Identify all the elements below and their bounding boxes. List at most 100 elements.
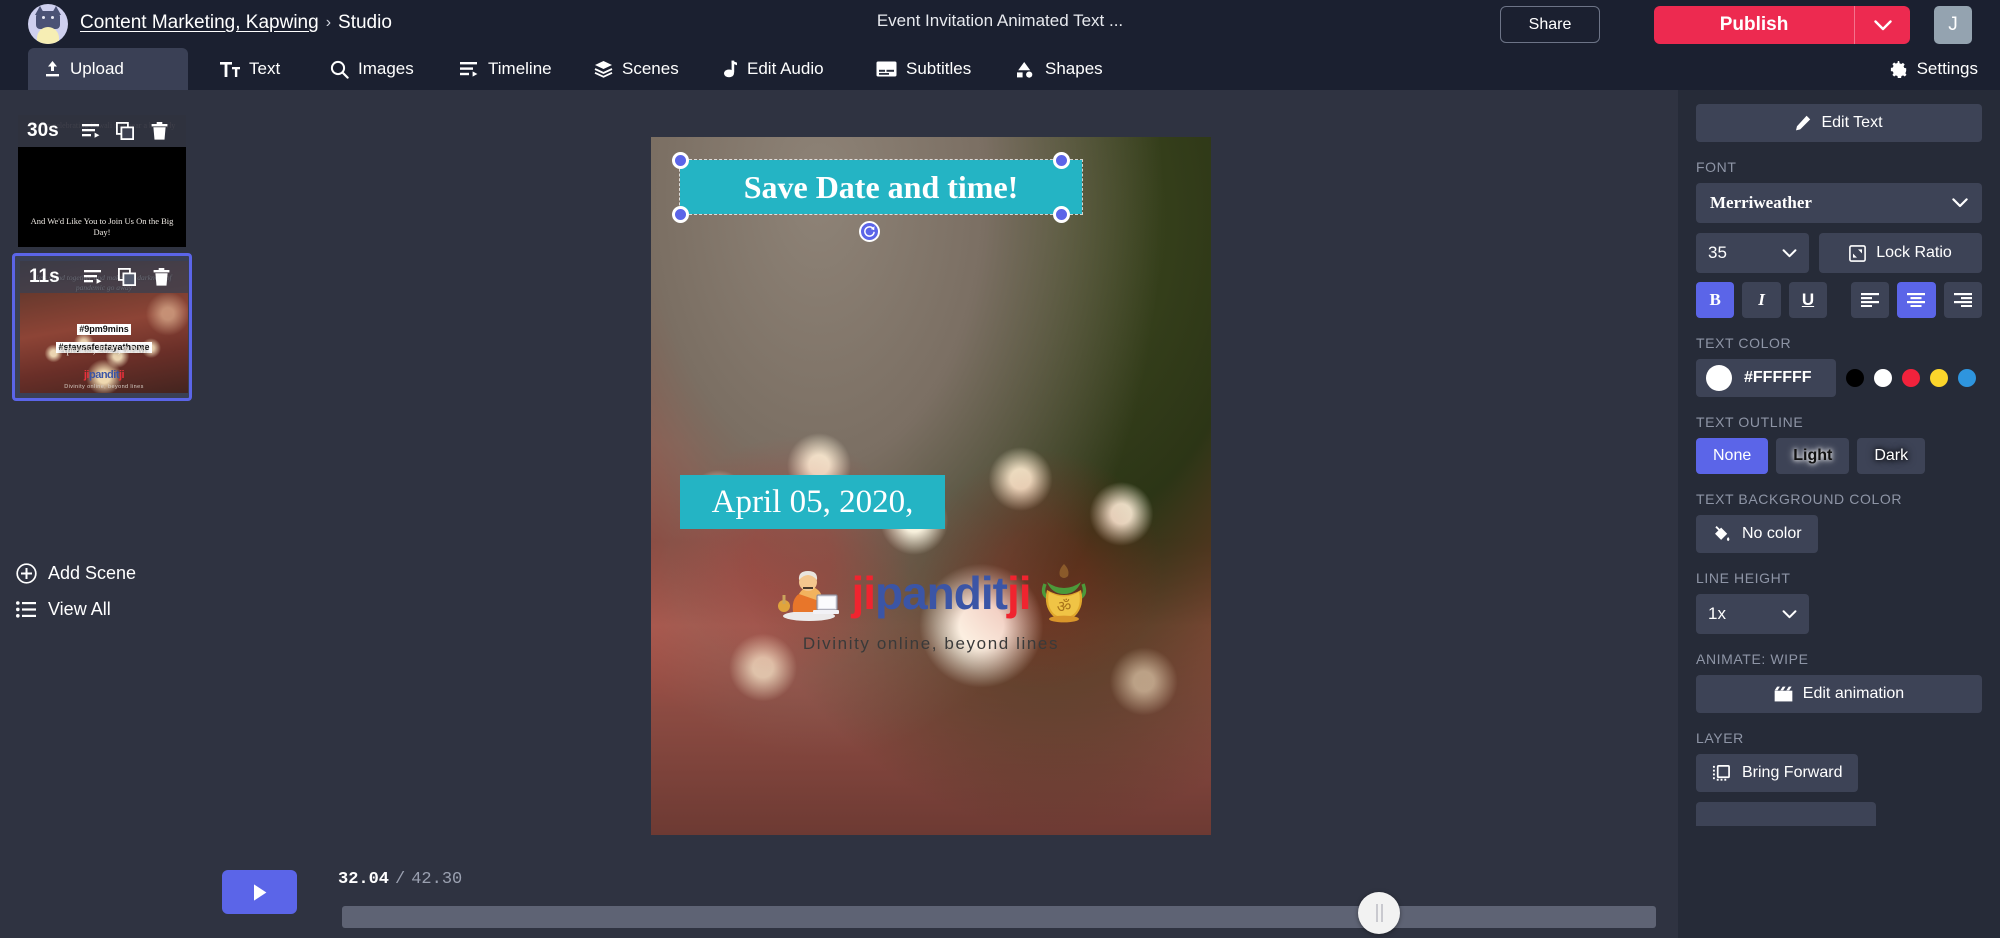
color-preset-red[interactable] [1902,369,1920,387]
font-family-select[interactable]: Merriweather [1696,183,1982,223]
text-color-section-label: TEXT COLOR [1696,335,1792,351]
scene-2-hashtag-1: #9pm9mins [77,324,131,336]
tab-scenes[interactable]: Scenes [578,48,695,90]
tab-text[interactable]: Text [204,48,296,90]
bold-button[interactable]: B [1696,282,1735,318]
resize-handle-bottom-left[interactable] [672,206,689,223]
publish-dropdown-button[interactable] [1854,6,1910,44]
publish-button[interactable]: Publish [1654,6,1854,44]
color-preset-white[interactable] [1874,369,1892,387]
outline-none-button[interactable]: None [1696,438,1769,474]
align-left-button[interactable] [1850,282,1890,318]
tab-timeline-label: Timeline [488,59,552,78]
play-icon [253,883,266,901]
chevron-down-icon [1873,19,1892,30]
align-right-button[interactable] [1943,282,1983,318]
lock-ratio-button[interactable]: Lock Ratio [1819,233,1982,273]
scene-card-2[interactable]: lets stand together and make this darkne… [12,253,192,401]
user-avatar-badge[interactable]: J [1934,6,1972,44]
rotate-handle[interactable] [859,221,880,242]
workspace-avatar[interactable] [28,4,68,44]
canvas-text-date: April 05, 2020, [711,484,914,520]
scene-2-delete-button[interactable] [144,261,178,293]
share-button[interactable]: Share [1500,6,1600,43]
bring-forward-icon [1712,765,1730,781]
settings-button[interactable]: Settings [1889,52,1978,86]
canvas-text-object-date[interactable]: April 05, 2020, [680,475,945,529]
canvas-logo-part-c: ji [1006,567,1032,619]
breadcrumb-workspace-link[interactable]: Content Marketing, Kapwing [80,12,319,34]
send-backward-button-partial[interactable] [1696,802,1876,826]
scene-rail: We are celebrating Diwali this year a bi… [0,90,210,938]
canvas-text-object-selected[interactable]: Save Date and time! [679,159,1083,215]
tab-subtitles[interactable]: Subtitles [860,48,987,90]
layers-icon [594,61,613,78]
breadcrumb: Content Marketing, Kapwing › Studio [80,9,392,37]
add-scene-button[interactable]: Add Scene [16,563,136,584]
edit-text-button[interactable]: Edit Text [1696,104,1982,142]
scrubber-track[interactable] [342,906,1656,928]
play-button[interactable] [222,870,297,914]
pencil-icon [1796,115,1811,131]
canvas-logo-part-b: pandit [875,567,1008,619]
text-outline-section-label: TEXT OUTLINE [1696,414,1804,430]
tab-upload[interactable]: Upload [28,48,188,90]
scene-2-toolbar: 11s [20,261,188,293]
scene-2-trim-button[interactable] [76,261,110,293]
breadcrumb-separator: › [325,14,332,31]
italic-button[interactable]: I [1742,282,1781,318]
align-center-button[interactable] [1897,282,1936,318]
tab-timeline[interactable]: Timeline [444,48,568,90]
color-preset-yellow[interactable] [1930,369,1948,387]
font-family-value: Merriweather [1710,193,1812,212]
video-canvas[interactable]: Save Date and time! April 05, 2020, jipa… [651,137,1211,835]
view-all-button[interactable]: View All [16,599,111,620]
text-icon [220,61,240,77]
line-height-value: 1x [1708,604,1726,623]
canvas-logo-watermark: jipanditji ॐ Divinity online, beyond lin… [651,562,1211,654]
scrubber-grip-right [1380,904,1383,922]
scrubber-handle[interactable] [1358,892,1400,934]
edit-animation-button[interactable]: Edit animation [1696,675,1982,713]
tab-shapes[interactable]: Shapes [1000,48,1119,90]
scene-1-trim-button[interactable] [74,115,108,147]
trim-icon [81,124,99,138]
underline-button[interactable]: U [1788,282,1828,318]
scene-thumbnail-1[interactable]: We are celebrating Diwali this year a bi… [18,115,186,247]
scene-2-logo-part-b: pandit [89,369,120,381]
outline-light-button[interactable]: Light [1776,438,1850,474]
font-size-select[interactable]: 35 [1696,233,1809,273]
bring-forward-button[interactable]: Bring Forward [1696,754,1859,792]
color-preset-blue[interactable] [1958,369,1976,387]
rotate-icon [864,226,875,237]
scene-1-duplicate-button[interactable] [108,115,142,147]
tab-edit-audio[interactable]: Edit Audio [708,48,840,90]
outline-dark-button[interactable]: Dark [1857,438,1926,474]
scene-1-delete-button[interactable] [142,115,176,147]
scene-2-duplicate-button[interactable] [110,261,144,293]
chevron-down-icon [1952,198,1968,208]
scrubber-grip-left [1375,904,1378,922]
text-color-row: #FFFFFF [1696,359,1982,397]
paint-bucket-icon [1715,525,1730,541]
resize-handle-bottom-right[interactable] [1053,206,1070,223]
tab-images[interactable]: Images [314,48,430,90]
text-color-chip[interactable]: #FFFFFF [1696,359,1836,397]
timeline-icon [460,61,478,77]
color-preset-black[interactable] [1846,369,1864,387]
tab-text-label: Text [249,59,281,78]
chevron-down-icon [1782,248,1797,257]
canvas-logo-wordmark: jipanditji [851,567,1032,619]
settings-label: Settings [1916,59,1978,78]
lock-ratio-label: Lock Ratio [1876,244,1952,261]
scene-card-1[interactable]: We are celebrating Diwali this year a bi… [18,115,186,247]
line-height-select[interactable]: 1x [1696,594,1809,634]
properties-panel: Edit Text FONT Merriweather 35 Lock Rati… [1678,90,2000,938]
text-color-hex: #FFFFFF [1744,369,1812,386]
text-background-color-button[interactable]: No color [1696,515,1818,553]
resize-handle-top-right[interactable] [1053,152,1070,169]
line-height-section-label: LINE HEIGHT [1696,570,1791,586]
layer-section-label: LAYER [1696,730,1744,746]
scene-thumbnail-2[interactable]: lets stand together and make this darkne… [20,261,188,393]
resize-handle-top-left[interactable] [672,152,689,169]
